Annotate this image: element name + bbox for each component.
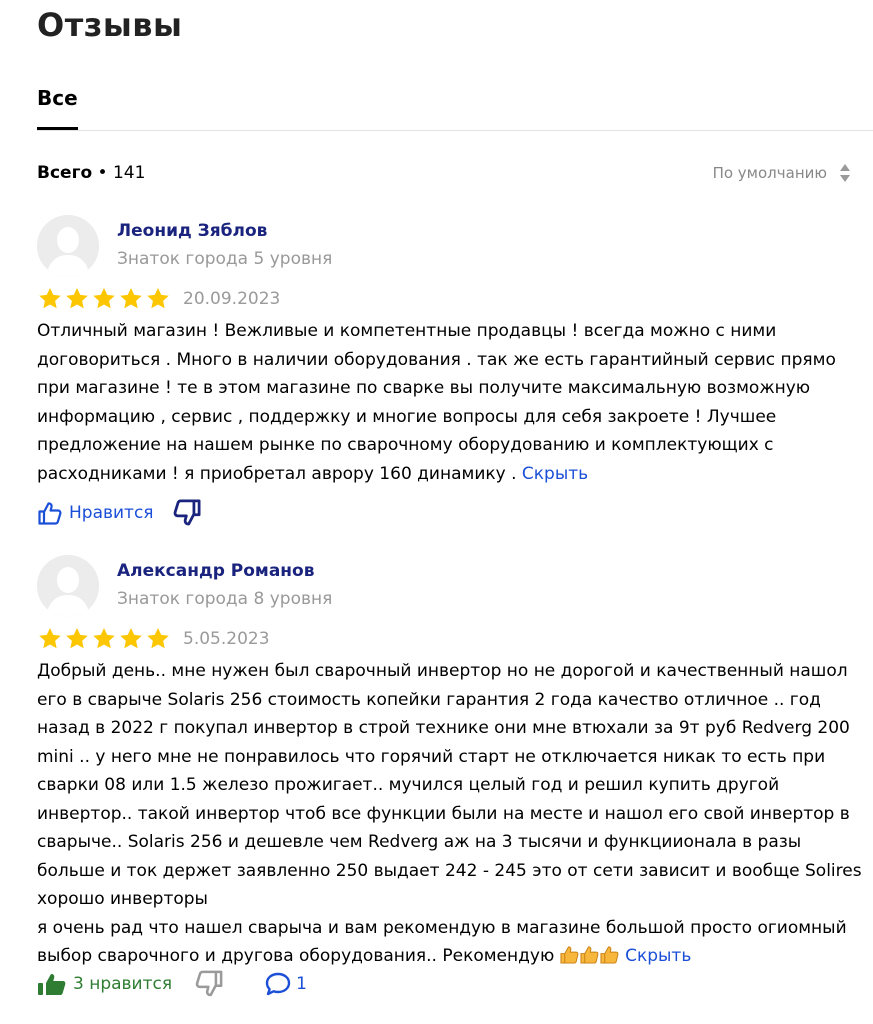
total-label: Всего <box>37 163 93 183</box>
dislike-icon <box>195 970 223 997</box>
star-rating <box>37 627 171 651</box>
review-text-body: Добрый день.. мне нужен был сварочный ин… <box>37 661 862 909</box>
star-icon <box>93 288 115 309</box>
star-icon <box>120 628 142 649</box>
hide-link[interactable]: Скрыть <box>522 464 588 484</box>
total-reviews: Всего • 141 <box>37 163 145 183</box>
thumbs-up-emoji <box>580 945 599 974</box>
dislike-button[interactable] <box>194 969 224 999</box>
author-level: Знаток города 5 уровня <box>117 249 333 269</box>
total-separator: • <box>92 163 113 183</box>
thumbs-up-emoji <box>560 945 579 974</box>
avatar-placeholder-icon <box>37 215 99 277</box>
avatar[interactable] <box>37 215 99 277</box>
comment-icon <box>265 972 291 996</box>
comments-button[interactable]: 1 <box>264 971 307 997</box>
review-actions: Нравится <box>37 498 202 528</box>
review-actions: 3 нравится 1 <box>37 969 307 999</box>
review-text: Отличный магазин ! Вежливые и компетентн… <box>37 317 862 488</box>
avatar[interactable] <box>37 555 99 617</box>
sort-label: По умолчанию <box>712 164 827 182</box>
star-icon <box>147 288 169 309</box>
like-icon <box>38 502 62 525</box>
sort-dropdown[interactable]: По умолчанию <box>713 163 851 183</box>
star-rating <box>37 287 171 311</box>
review-date: 5.05.2023 <box>183 629 270 649</box>
review-author[interactable]: Леонид Зяблов <box>117 221 267 241</box>
like-label: 3 нравится <box>73 974 173 994</box>
star-icon <box>93 628 115 649</box>
like-button[interactable]: 3 нравится <box>37 971 172 997</box>
author-level: Знаток города 8 уровня <box>117 589 333 609</box>
star-icon <box>39 288 61 309</box>
sort-arrows-icon <box>840 164 850 182</box>
star-icon <box>147 628 169 649</box>
tab-all[interactable]: Все <box>37 86 78 110</box>
like-button[interactable]: Нравится <box>37 500 154 526</box>
avatar-placeholder-icon <box>37 555 99 617</box>
review-author[interactable]: Александр Романов <box>117 561 314 581</box>
hide-link[interactable]: Скрыть <box>625 946 691 966</box>
star-icon <box>66 288 88 309</box>
star-icon <box>39 628 61 649</box>
rating-row: 20.09.2023 <box>37 287 280 311</box>
tabs-divider <box>37 130 873 131</box>
total-count: 141 <box>112 163 146 183</box>
like-label: Нравится <box>69 503 154 523</box>
page-title: Отзывы <box>37 6 183 44</box>
review-date: 20.09.2023 <box>183 289 281 309</box>
star-icon <box>66 628 88 649</box>
review-text-continued: я очень рад что нашел сварыча и вам реко… <box>37 917 847 967</box>
dislike-button[interactable] <box>172 498 202 528</box>
review-text-body: Отличный магазин ! Вежливые и компетентн… <box>37 321 836 484</box>
comment-count: 1 <box>296 974 307 994</box>
rating-row: 5.05.2023 <box>37 627 270 651</box>
dislike-icon <box>173 499 201 526</box>
thumbs-up-emoji <box>600 945 619 974</box>
like-icon <box>38 973 66 995</box>
review-text: Добрый день.. мне нужен был сварочный ин… <box>37 657 862 974</box>
star-icon <box>120 288 142 309</box>
